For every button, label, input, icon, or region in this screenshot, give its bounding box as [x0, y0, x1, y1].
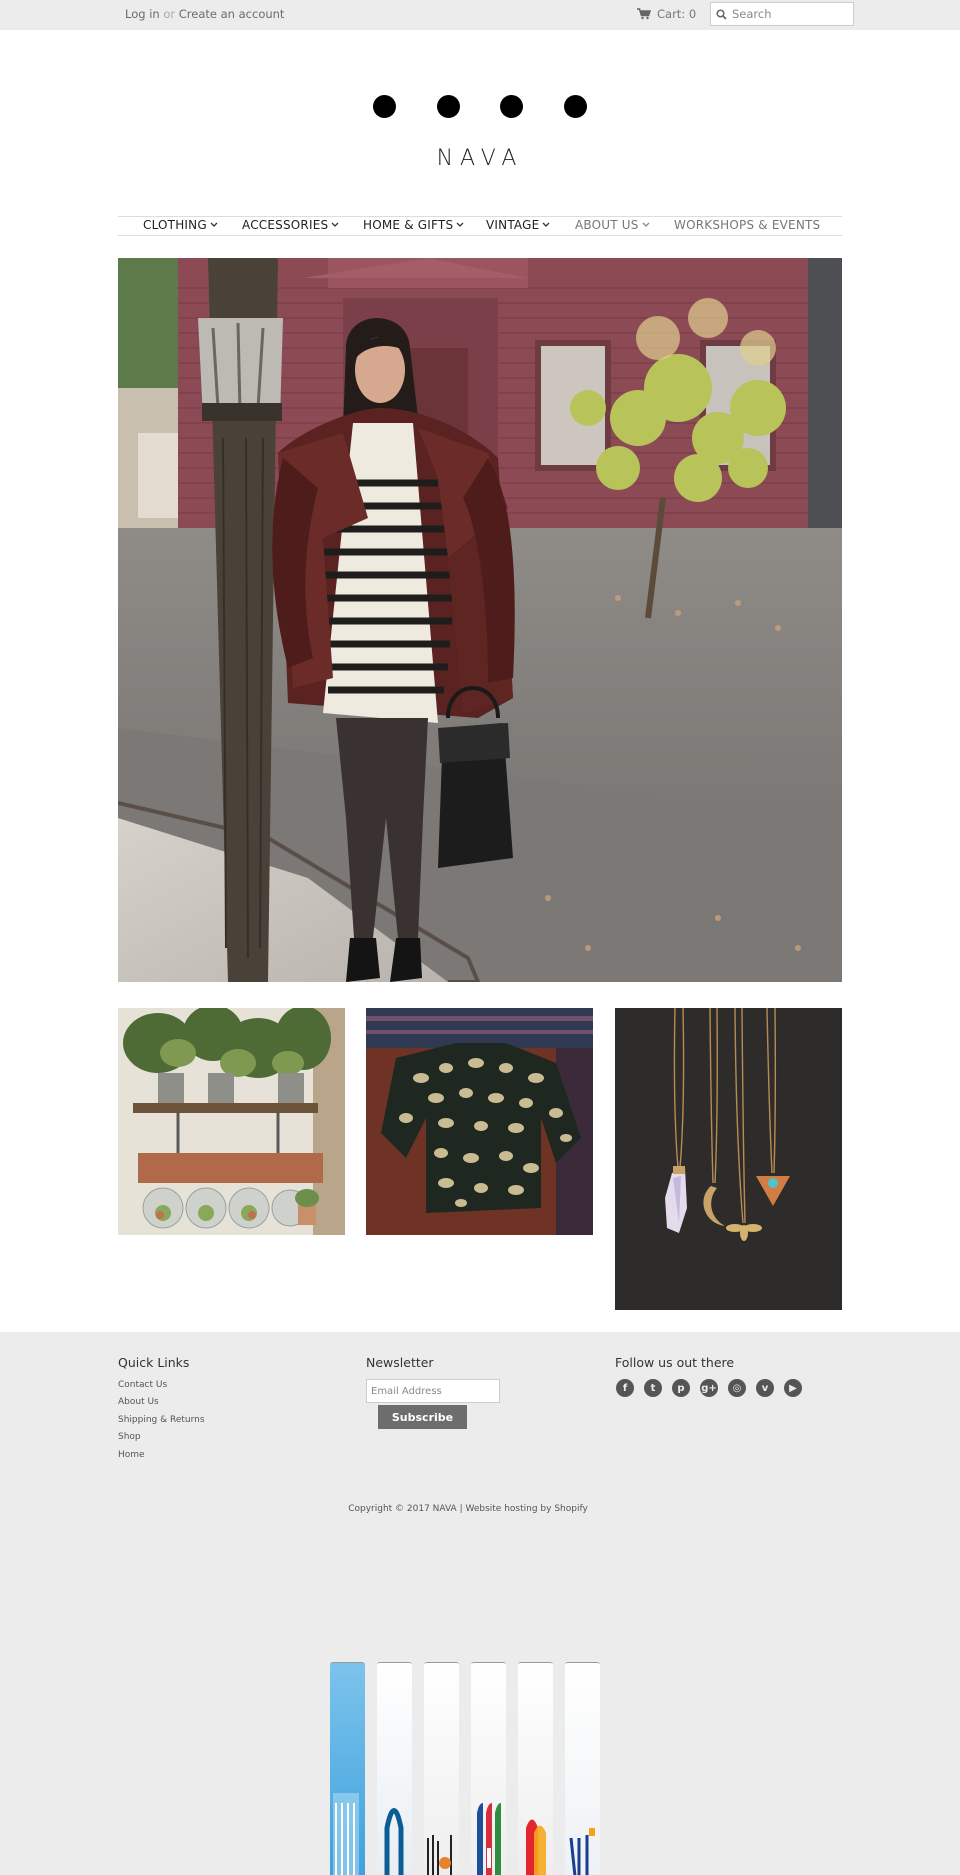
- feature-tile-home-gifts[interactable]: [118, 1008, 345, 1235]
- nav-item-workshops-events[interactable]: WORKSHOPS & EVENTS: [674, 218, 820, 232]
- logo-mark[interactable]: [373, 95, 587, 119]
- page-content: NAVA CLOTHING ACCESSORIES HOME & GIFTS V…: [0, 30, 960, 1332]
- hero-photo: [118, 258, 842, 982]
- footer-link-home[interactable]: Home: [118, 1450, 205, 1467]
- hero-image[interactable]: [118, 258, 842, 982]
- cart-icon: [637, 8, 651, 20]
- search-input[interactable]: [732, 7, 842, 21]
- cart-label: Cart: 0: [657, 7, 697, 21]
- twitter-icon[interactable]: t: [644, 1379, 662, 1397]
- follow-title: Follow us out there: [615, 1355, 735, 1370]
- nav-item-label: WORKSHOPS & EVENTS: [674, 218, 821, 232]
- nav-item-label: HOME & GIFTS: [363, 218, 454, 232]
- chevron-down-icon: [210, 222, 218, 227]
- nav-item-clothing[interactable]: CLOTHING: [143, 218, 218, 232]
- quick-links-list: Contact Us About Us Shipping & Returns S…: [118, 1380, 205, 1467]
- visa-icon: [565, 1662, 600, 1875]
- nav-item-accessories[interactable]: ACCESSORIES: [242, 218, 339, 232]
- google-plus-icon[interactable]: g+: [700, 1379, 718, 1397]
- chevron-down-icon: [542, 222, 550, 227]
- search-box: [710, 2, 854, 26]
- create-account-link[interactable]: Create an account: [179, 7, 285, 21]
- footer-link-shop[interactable]: Shop: [118, 1432, 205, 1449]
- american-express-icon: [330, 1662, 365, 1875]
- plants-photo: [118, 1008, 345, 1235]
- nav-item-label: CLOTHING: [143, 218, 207, 232]
- discover-icon: [424, 1662, 459, 1875]
- top-bar: Log in or Create an account Cart: 0: [0, 0, 960, 30]
- brand-wordmark[interactable]: NAVA: [0, 146, 960, 171]
- pinterest-icon[interactable]: p: [672, 1379, 690, 1397]
- feature-tile-clothing[interactable]: [366, 1008, 593, 1235]
- main-nav: CLOTHING ACCESSORIES HOME & GIFTS VINTAG…: [118, 216, 842, 236]
- search-icon[interactable]: [716, 8, 727, 20]
- instagram-icon[interactable]: ◎: [728, 1379, 746, 1397]
- or-text: or: [163, 7, 176, 21]
- email-field[interactable]: [366, 1379, 500, 1403]
- youtube-icon[interactable]: ▶: [784, 1379, 802, 1397]
- social-links: f t p g+ ◎ v ▶: [616, 1379, 802, 1397]
- footer-link-shipping-returns[interactable]: Shipping & Returns: [118, 1415, 205, 1432]
- chevron-down-icon: [456, 222, 464, 227]
- newsletter-title: Newsletter: [366, 1355, 434, 1370]
- diners-club-icon: [377, 1662, 412, 1875]
- necklaces-photo: [615, 1008, 842, 1310]
- chevron-down-icon: [331, 222, 339, 227]
- copyright-text: Copyright © 2017 NAVA | Website hosting …: [348, 1504, 588, 1514]
- jcb-icon: [471, 1662, 506, 1875]
- nav-item-label: ACCESSORIES: [242, 218, 329, 232]
- payment-icons: [330, 1662, 600, 1875]
- nav-item-about-us[interactable]: ABOUT US: [575, 218, 650, 232]
- nav-item-home-gifts[interactable]: HOME & GIFTS: [363, 218, 464, 232]
- footer-link-contact-us[interactable]: Contact Us: [118, 1380, 205, 1397]
- chevron-down-icon: [642, 222, 650, 227]
- nav-item-vintage[interactable]: VINTAGE: [486, 218, 550, 232]
- nav-item-label: VINTAGE: [486, 218, 540, 232]
- jacket-photo: [366, 1008, 593, 1235]
- subscribe-button[interactable]: Subscribe: [378, 1405, 467, 1429]
- vimeo-icon[interactable]: v: [756, 1379, 774, 1397]
- login-link[interactable]: Log in: [125, 7, 160, 21]
- facebook-icon[interactable]: f: [616, 1379, 634, 1397]
- feature-tile-accessories[interactable]: [615, 1008, 842, 1310]
- account-links: Log in or Create an account: [125, 7, 284, 21]
- site-footer: Quick Links Contact Us About Us Shipping…: [0, 1332, 960, 1875]
- quick-links-title: Quick Links: [118, 1355, 190, 1370]
- master-card-icon: [518, 1662, 553, 1875]
- nav-item-label: ABOUT US: [575, 218, 639, 232]
- cart-link[interactable]: Cart: 0: [637, 7, 696, 21]
- footer-link-about-us[interactable]: About Us: [118, 1397, 205, 1414]
